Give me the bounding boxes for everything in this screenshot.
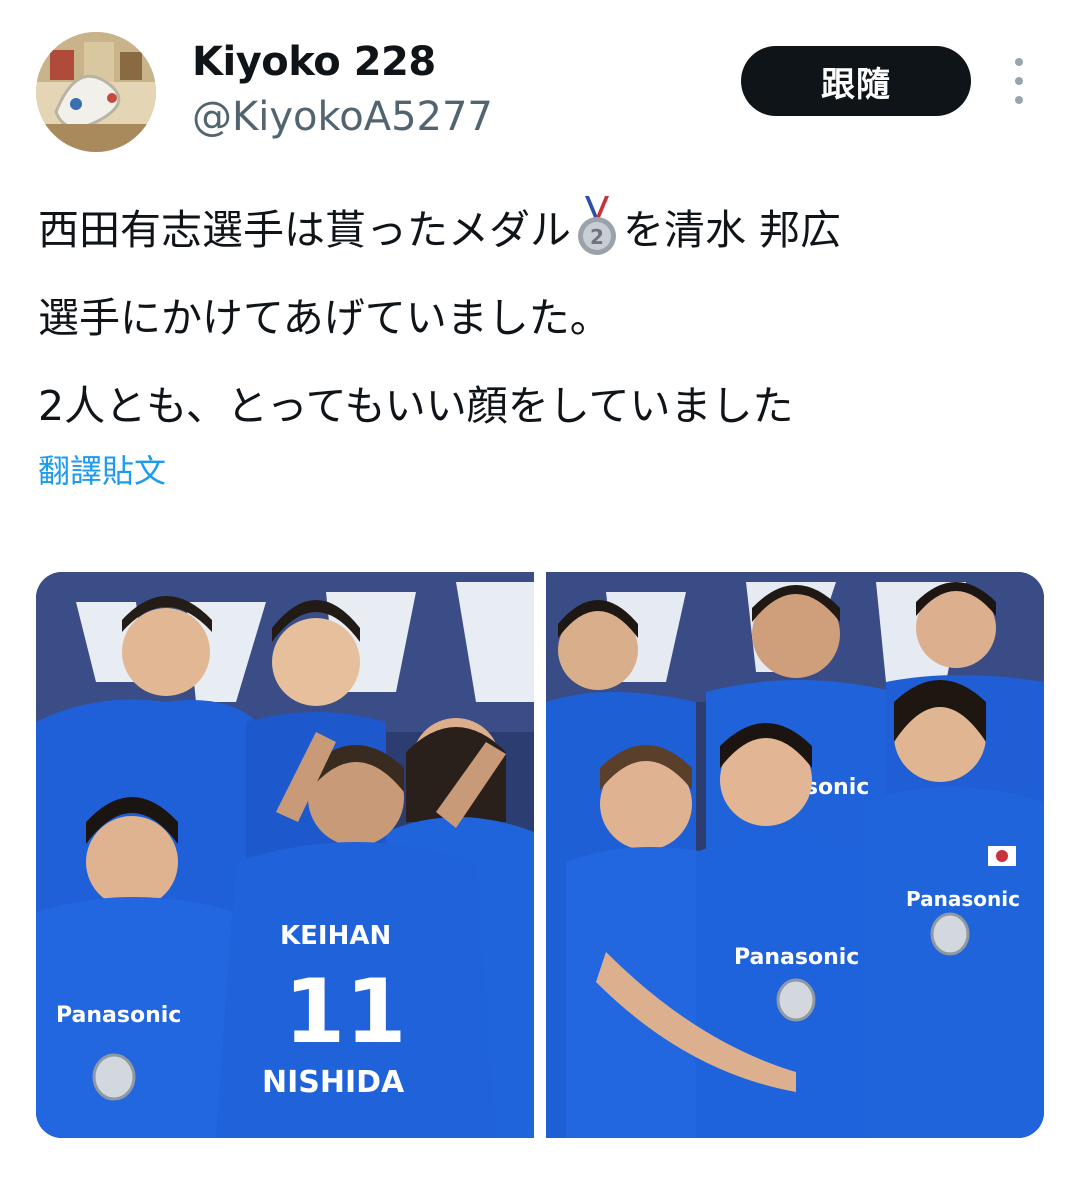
photo-left[interactable]: Panasonic KEIHAN 11 NISHIDA: [36, 572, 534, 1138]
more-vertical-icon[interactable]: [1004, 58, 1034, 104]
tweet-line-3: 2人とも、とってもいい顔をしていました: [38, 382, 794, 430]
tweet-line-2: 選手にかけてあげていました。: [38, 294, 611, 342]
jersey-sponsor-text: KEIHAN: [280, 921, 391, 951]
author-handle[interactable]: @KiyokoA5277: [192, 92, 493, 142]
follow-button[interactable]: 跟隨: [741, 46, 971, 116]
author-avatar[interactable]: [36, 32, 156, 152]
tweet-line-1-end: を清水 邦広: [623, 206, 842, 254]
svg-text:2: 2: [590, 225, 604, 249]
tweet-text: 西田有志選手は貰ったメダル 2 を清水 邦広 選手にかけてあげていました。 2人…: [38, 186, 1048, 450]
jersey-name-text: NISHIDA: [262, 1065, 405, 1100]
author-display-name[interactable]: Kiyoko 228: [192, 36, 436, 88]
more-dot: [1015, 58, 1023, 66]
more-dot: [1015, 96, 1023, 104]
silver-medal-2-icon: 2: [575, 196, 619, 258]
media-grid: Panasonic KEIHAN 11 NISHIDA asonic Panas…: [36, 572, 1044, 1138]
translate-post-link[interactable]: 翻譯貼文: [38, 446, 166, 492]
photo-right[interactable]: asonic Panasonic Panasonic: [546, 572, 1044, 1138]
shirt-brand-text: Panasonic: [734, 945, 859, 970]
svg-text:Panasonic: Panasonic: [906, 887, 1020, 911]
tweet-line-1: 西田有志選手は貰ったメダル 2 を清水 邦広: [38, 186, 1048, 274]
tweet-line-1-start: 西田有志選手は貰ったメダル: [38, 206, 571, 254]
more-dot: [1015, 77, 1023, 85]
svg-text:Panasonic: Panasonic: [56, 1003, 181, 1028]
jersey-number-text: 11: [284, 960, 406, 1063]
